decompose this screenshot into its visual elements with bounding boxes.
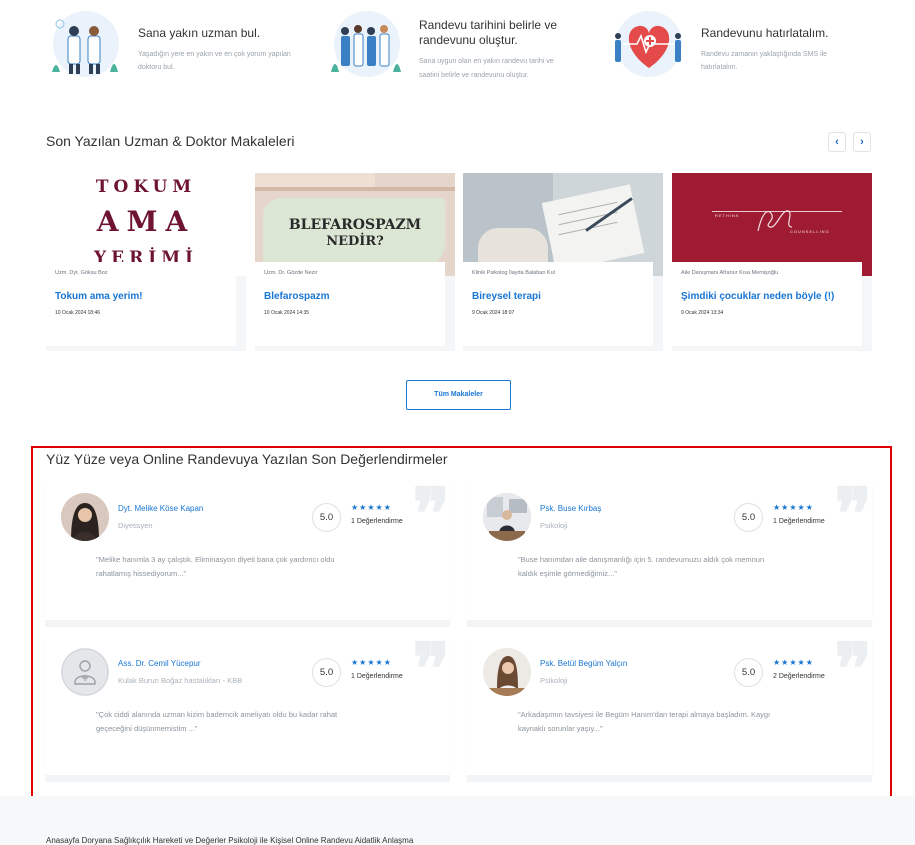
quote-icon: ❞ xyxy=(412,627,450,710)
avatar[interactable] xyxy=(483,493,531,541)
review-count: 2 Değerlendirme xyxy=(773,673,825,680)
articles-section-title: Son Yazılan Uzman & Doktor Makaleleri xyxy=(46,133,295,149)
article-image xyxy=(463,173,663,276)
review-card: ❞ Dyt. Melike Köse Kapan Diyetisyen 5.0 … xyxy=(45,479,450,627)
reviews-section-title: Yüz Yüze veya Online Randevuya Yazılan S… xyxy=(46,451,448,467)
feature-title-line: Randevu tarihini belirle ve xyxy=(419,18,558,32)
review-card: ❞ Ass. Dr. Cemil Yücepur Kulak Burun Boğ… xyxy=(45,634,450,782)
feature-desc-line: saatini belirle ve randevunu oluştur. xyxy=(419,72,529,79)
article-title-link[interactable]: Tokum ama yerim! xyxy=(55,291,143,302)
avatar-placeholder-doctor-icon[interactable] xyxy=(61,648,109,696)
footer: Anasayfa Doryana Sağlıkçılık Hareketi ve… xyxy=(0,796,915,845)
article-title-link[interactable]: Bireysel terapi xyxy=(472,291,541,302)
article-image-text: AMA xyxy=(96,205,196,238)
feature-find-expert: Sana yakın uzman bul. Yaşadığın yere en … xyxy=(46,10,316,85)
article-author[interactable]: Klinik Psikolog İlayda Balaban Kul xyxy=(472,270,555,276)
doctor-specialty: Psikoloji xyxy=(540,521,568,530)
articles-next-button[interactable]: › xyxy=(853,132,871,152)
article-author[interactable]: Uzm. Dyt. Göksu Boz xyxy=(55,270,108,276)
article-image-text: RETHINK xyxy=(715,213,740,218)
rating-score: 5.0 xyxy=(312,503,341,532)
article-image: RETHINK COUNSELLING xyxy=(672,173,872,276)
review-count: 1 Değerlendirme xyxy=(773,518,825,525)
feature-desc-line: doktoru bul. xyxy=(138,64,175,71)
review-text-line: "Buse hanımdan aile danışmanlığı için 5.… xyxy=(518,555,765,564)
logo-script-icon xyxy=(757,210,793,232)
review-text: "Çok ciddi alanında uzman kizim bademcik… xyxy=(96,708,396,736)
reviewer-doctor-name[interactable]: Psk. Betül Begüm Yalçın xyxy=(540,659,627,668)
review-count: 1 Değerlendirme xyxy=(351,518,403,525)
article-body: Uzm. Dyt. Göksu Boz Tokum ama yerim! 10 … xyxy=(46,262,236,346)
feature-desc-line: Randevu zamanın yaklaştığında SMS ile xyxy=(701,51,828,58)
review-card: ❞ Psk. Betül Begüm Yalçın Psikoloji 5.0 … xyxy=(467,634,872,782)
footer-links[interactable]: Anasayfa Doryana Sağlıkçılık Hareketi ve… xyxy=(46,836,413,845)
article-image: BLEFAROSPAZM NEDİR? xyxy=(255,173,455,276)
all-articles-button[interactable]: Tüm Makaleler xyxy=(406,380,511,410)
reviewer-doctor-name[interactable]: Dyt. Melike Köse Kapan xyxy=(118,504,203,513)
reviewer-doctor-name[interactable]: Ass. Dr. Cemil Yücepur xyxy=(118,659,201,668)
article-body: Aile Danışmanı Afranur Kısa Memişoğlu Şi… xyxy=(672,262,862,346)
feature-title: Sana yakın uzman bul. xyxy=(138,26,261,40)
feature-desc-line: hatırlatalım. xyxy=(701,64,738,71)
doctors-illustration-icon xyxy=(52,11,119,77)
star-rating-icon: ★★★★★ xyxy=(351,658,392,667)
review-card: ❞ Psk. Buse Kırbaş Psikoloji 5.0 ★★★★★ 1… xyxy=(467,479,872,627)
feature-title: Randevunu hatırlatalım. xyxy=(701,26,829,40)
feature-reminder: Randevunu hatırlatalım. Randevu zamanın … xyxy=(609,10,879,85)
avatar[interactable] xyxy=(483,648,531,696)
article-image-text: NEDİR? xyxy=(326,234,384,249)
review-text-line: "Arkadaşımın tavsiyesi ile Begüm Hanım'd… xyxy=(518,710,771,719)
article-title-link[interactable]: Blefarospazm xyxy=(264,291,330,302)
review-text-line: "Melike hanımla 3 ay çalıştık. Eliminasy… xyxy=(96,555,335,564)
star-rating-icon: ★★★★★ xyxy=(773,658,814,667)
star-rating-icon: ★★★★★ xyxy=(351,503,392,512)
avatar[interactable] xyxy=(61,493,109,541)
article-card[interactable]: TOKUM AMA YERİMİ Uzm. Dyt. Göksu Boz Tok… xyxy=(46,173,246,351)
review-text-line: rahatlamış hissediyorum..." xyxy=(96,569,187,578)
article-image: TOKUM AMA YERİMİ xyxy=(46,173,246,276)
article-author[interactable]: Uzm. Dr. Gözde Nezir xyxy=(264,270,317,276)
review-text: "Arkadaşımın tavsiyesi ile Begüm Hanım'd… xyxy=(518,708,818,736)
article-card[interactable]: Klinik Psikolog İlayda Balaban Kul Birey… xyxy=(463,173,663,351)
features-row: Sana yakın uzman bul. Yaşadığın yere en … xyxy=(0,0,915,100)
quote-icon: ❞ xyxy=(412,472,450,555)
doctor-specialty: Diyetisyen xyxy=(118,521,153,530)
article-body: Klinik Psikolog İlayda Balaban Kul Birey… xyxy=(463,262,653,346)
article-title-link[interactable]: Şimdiki çocuklar neden böyle (!) xyxy=(681,291,834,302)
reviewer-doctor-name[interactable]: Psk. Buse Kırbaş xyxy=(540,504,601,513)
feature-title-line: randevunu oluştur. xyxy=(419,33,518,47)
review-text-line: geçeceğini düşünmemistim ..." xyxy=(96,724,198,733)
heart-reminder-illustration-icon xyxy=(615,11,682,77)
review-text-line: "Çok ciddi alanında uzman kizim bademcik… xyxy=(96,710,338,719)
article-body: Uzm. Dr. Gözde Nezir Blefarospazm 10 Oca… xyxy=(255,262,445,346)
feature-desc-line: Sana uygun olan en yakın randevu tarihi … xyxy=(419,58,554,65)
review-text-line: kaldık eşimle görmediğimiz..." xyxy=(518,569,617,578)
doctor-specialty: Kulak Burun Boğaz hastalıkları - KBB xyxy=(118,676,243,685)
article-date: 10 Ocak 2024 18:46 xyxy=(55,310,101,316)
medical-team-illustration-icon xyxy=(331,11,401,77)
article-author[interactable]: Aile Danışmanı Afranur Kısa Memişoğlu xyxy=(681,270,778,276)
article-date: 9 Ocak 2024 18:07 xyxy=(472,310,515,316)
review-text: "Buse hanımdan aile danışmanlığı için 5.… xyxy=(518,553,818,581)
rating-score: 5.0 xyxy=(734,503,763,532)
rating-score: 5.0 xyxy=(312,658,341,687)
doctor-specialty: Psikoloji xyxy=(540,676,568,685)
review-count: 1 Değerlendirme xyxy=(351,673,403,680)
review-text: "Melike hanımla 3 ay çalıştık. Eliminasy… xyxy=(96,553,396,581)
articles-prev-button[interactable]: ‹ xyxy=(828,132,846,152)
article-date: 10 Ocak 2024 14:35 xyxy=(264,310,310,316)
article-image-text: BLEFAROSPAZM xyxy=(288,217,422,233)
star-rating-icon: ★★★★★ xyxy=(773,503,814,512)
article-card[interactable]: BLEFAROSPAZM NEDİR? Uzm. Dr. Gözde Nezir… xyxy=(255,173,455,351)
rating-score: 5.0 xyxy=(734,658,763,687)
review-text-line: kaynaklı sorunlar yaşıy..." xyxy=(518,724,603,733)
feature-create-appointment: Randevu tarihini belirle ve randevunu ol… xyxy=(327,10,597,85)
quote-icon: ❞ xyxy=(834,627,872,710)
quote-icon: ❞ xyxy=(834,472,872,555)
feature-desc-line: Yaşadığın yere en yakın ve en çok yorum … xyxy=(138,51,291,58)
article-date: 9 Ocak 2024 13:34 xyxy=(681,310,724,316)
article-card[interactable]: RETHINK COUNSELLING Aile Danışmanı Afran… xyxy=(672,173,872,351)
article-image-text: TOKUM xyxy=(95,177,197,197)
